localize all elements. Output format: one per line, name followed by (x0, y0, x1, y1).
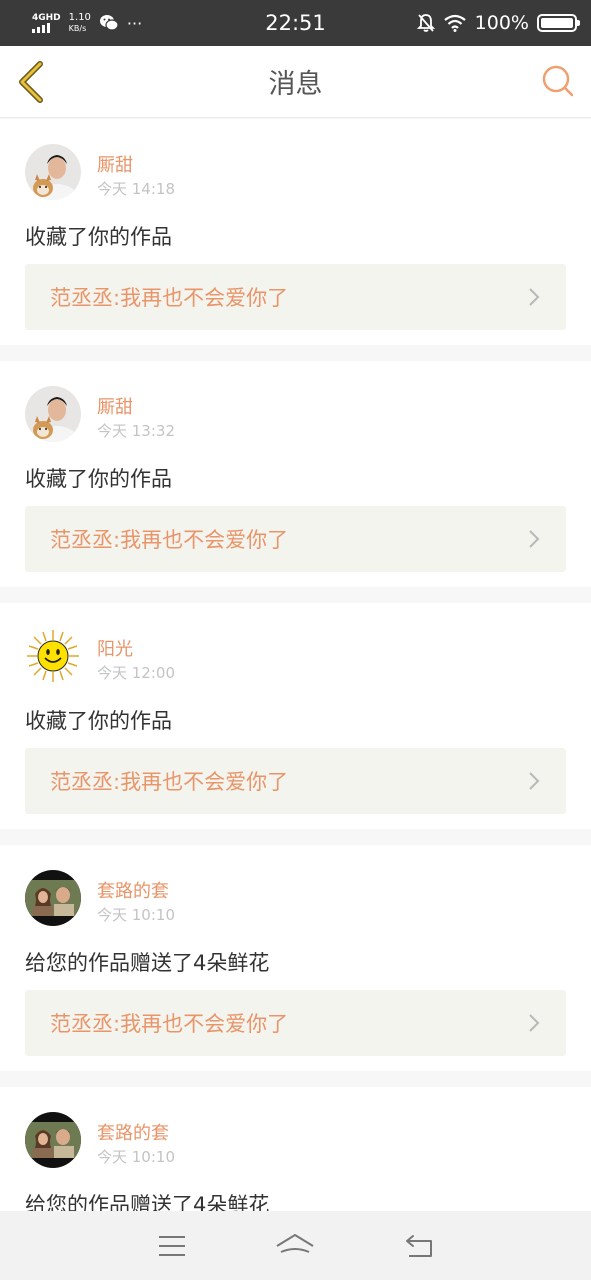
work-reference-link[interactable]: 范丞丞:我再也不会爱你了 (25, 748, 566, 814)
message-action: 收藏了你的作品 (25, 225, 172, 249)
message-card: 厮甜 今天 13:32 收藏了你的作品 范丞丞:我再也不会爱你了 (0, 361, 591, 587)
movie-still-avatar (25, 870, 81, 926)
movie-still-avatar (25, 1112, 81, 1168)
network-indicator: 4GHD (32, 13, 61, 33)
username[interactable]: 套路的套 (97, 1119, 169, 1145)
work-reference-text: 范丞丞:我再也不会爱你了 (50, 286, 289, 310)
person-with-dog-avatar (25, 386, 81, 442)
username[interactable]: 厮甜 (97, 151, 133, 177)
message-card: 厮甜 今天 14:18 收藏了你的作品 范丞丞:我再也不会爱你了 (0, 119, 591, 345)
mute-bell-icon (416, 14, 435, 32)
more-notifications: ··· (126, 13, 143, 33)
work-reference-text: 范丞丞:我再也不会爱你了 (50, 1012, 289, 1036)
status-bar: 4GHD 1.10 KB/s ··· 22:51 100% (0, 0, 591, 46)
work-reference-text: 范丞丞:我再也不会爱你了 (50, 528, 289, 552)
message-time: 今天 14:18 (97, 180, 175, 198)
message-action: 给您的作品赠送了4朵鲜花 (25, 951, 270, 975)
wechat-icon (99, 15, 119, 31)
menu-icon (158, 1235, 185, 1256)
message-time: 今天 13:32 (97, 422, 175, 440)
username[interactable]: 套路的套 (97, 877, 169, 903)
back-nav-button[interactable] (399, 1231, 439, 1261)
avatar[interactable] (25, 1112, 81, 1168)
menu-button[interactable] (152, 1231, 192, 1261)
chevron-right-icon (529, 530, 540, 548)
person-with-dog-avatar (25, 144, 81, 200)
home-icon (276, 1233, 315, 1253)
back-icon (406, 1234, 433, 1257)
signal-icon (32, 23, 61, 33)
message-action: 收藏了你的作品 (25, 709, 172, 733)
message-action: 收藏了你的作品 (25, 467, 172, 491)
back-button[interactable] (14, 60, 50, 104)
network-type: 4GHD (32, 13, 61, 23)
status-right: 100% (416, 12, 580, 34)
system-nav-bar (0, 1211, 591, 1280)
speed-value: 1.10 (68, 12, 91, 23)
network-speed: 1.10 KB/s (69, 12, 91, 34)
chevron-right-icon (529, 1014, 540, 1032)
message-time: 今天 10:10 (97, 906, 175, 924)
search-button[interactable] (541, 64, 575, 98)
work-reference-link[interactable]: 范丞丞:我再也不会爱你了 (25, 990, 566, 1056)
status-left: 4GHD 1.10 KB/s ··· (32, 12, 142, 34)
work-reference-link[interactable]: 范丞丞:我再也不会爱你了 (25, 506, 566, 572)
chevron-right-icon (529, 772, 540, 790)
avatar[interactable] (25, 144, 81, 200)
message-time: 今天 10:10 (97, 1148, 175, 1166)
smiling-sun-avatar (25, 628, 81, 684)
page-title: 消息 (268, 69, 323, 100)
battery-icon (537, 14, 580, 32)
home-button[interactable] (275, 1231, 315, 1261)
message-card: 阳光 今天 12:00 收藏了你的作品 范丞丞:我再也不会爱你了 (0, 603, 591, 829)
avatar[interactable] (25, 870, 81, 926)
message-list[interactable]: 厮甜 今天 14:18 收藏了你的作品 范丞丞:我再也不会爱你了 厮甜 今天 1… (0, 119, 591, 1280)
avatar[interactable] (25, 386, 81, 442)
app-header: 消息 (0, 46, 591, 118)
battery-percent: 100% (474, 12, 529, 34)
work-reference-text: 范丞丞:我再也不会爱你了 (50, 770, 289, 794)
username[interactable]: 厮甜 (97, 393, 133, 419)
username[interactable]: 阳光 (97, 635, 133, 661)
wifi-icon (443, 14, 466, 32)
chevron-right-icon (529, 288, 540, 306)
message-card: 套路的套 今天 10:10 给您的作品赠送了4朵鲜花 范丞丞:我再也不会爱你了 (0, 845, 591, 1071)
speed-unit: KB/s (68, 24, 87, 33)
avatar[interactable] (25, 628, 81, 684)
message-time: 今天 12:00 (97, 664, 175, 682)
work-reference-link[interactable]: 范丞丞:我再也不会爱你了 (25, 264, 566, 330)
